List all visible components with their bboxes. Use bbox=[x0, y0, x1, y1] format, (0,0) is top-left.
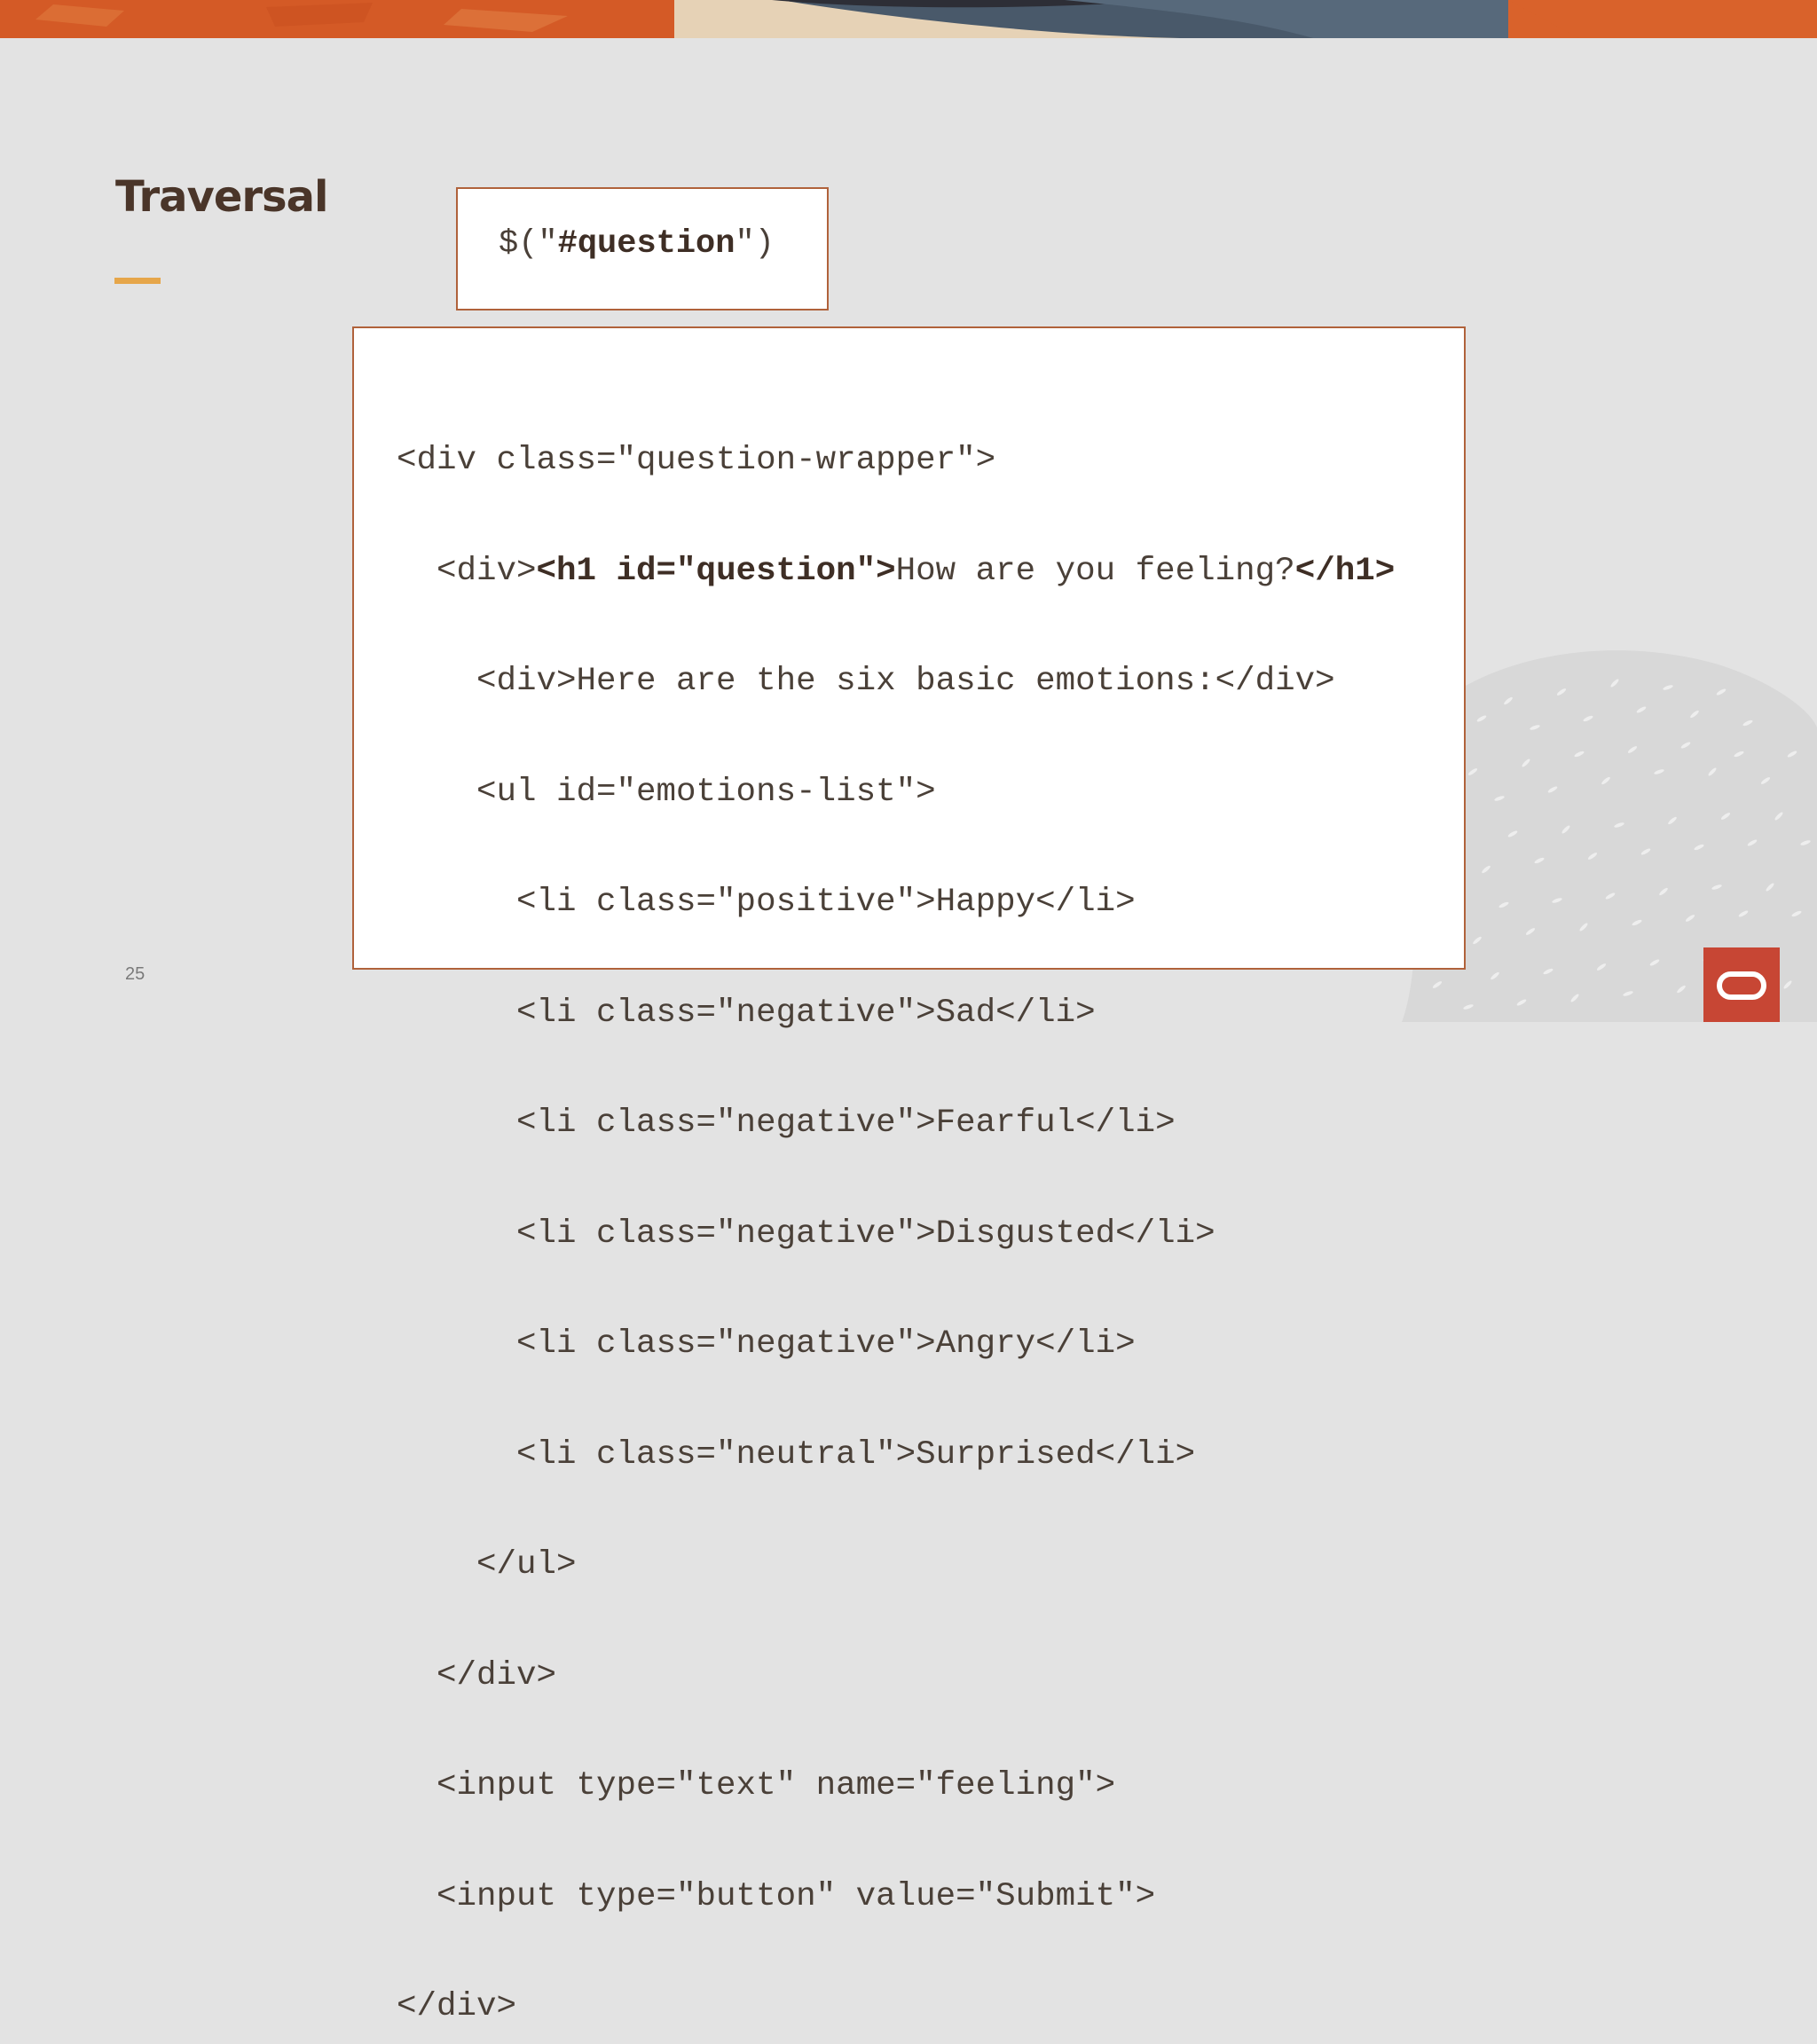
code-line: <li class="positive">Happy</li> bbox=[397, 884, 1136, 921]
code-lines: <div class="question-wrapper"> <div><h1 … bbox=[397, 369, 1395, 2044]
code-line: <ul id="emotions-list"> bbox=[397, 773, 936, 811]
code-line: <li class="negative">Disgusted</li> bbox=[397, 1215, 1215, 1253]
code-segment: <div> bbox=[397, 552, 537, 590]
code-line: </div> bbox=[397, 1656, 557, 1694]
decorative-banner bbox=[0, 0, 1817, 38]
code-line: <div><h1 id="question">How are you feeli… bbox=[397, 552, 1396, 591]
code-line: <input type="text" name="feeling"> bbox=[397, 1767, 1116, 1804]
code-line: </div> bbox=[397, 1988, 517, 2025]
code-line: <li class="negative">Angry</li> bbox=[397, 1325, 1136, 1363]
code-line: <li class="negative">Sad</li> bbox=[397, 994, 1096, 1032]
selector-box: $("#question") bbox=[456, 187, 829, 311]
code-block: <div class="question-wrapper"> <div><h1 … bbox=[352, 326, 1466, 2025]
code-line: <div>Here are the six basic emotions:</d… bbox=[397, 663, 1335, 700]
selector-suffix: ") bbox=[735, 225, 775, 263]
selector-code: $("#question") bbox=[499, 228, 775, 261]
page-number: 25 bbox=[125, 964, 146, 984]
selector-prefix: $(" bbox=[499, 225, 558, 263]
code-segment: How are you feeling? bbox=[895, 552, 1295, 590]
code-segment-bold: </h1> bbox=[1294, 552, 1396, 590]
code-line: <div class="question-wrapper"> bbox=[397, 442, 996, 479]
oracle-logo-icon bbox=[1703, 947, 1780, 1022]
code-line: <input type="button" value="Submit"> bbox=[397, 1877, 1156, 1915]
selector-id: #question bbox=[557, 225, 735, 263]
code-line: <li class="negative">Fearful</li> bbox=[397, 1105, 1176, 1142]
code-segment-bold: <h1 id="question"> bbox=[536, 552, 896, 590]
slide-title: Traversal bbox=[115, 172, 328, 222]
code-line: </ul> bbox=[397, 1546, 577, 1584]
code-line: <li class="neutral">Surprised</li> bbox=[397, 1435, 1196, 1474]
title-accent-bar bbox=[114, 278, 161, 284]
